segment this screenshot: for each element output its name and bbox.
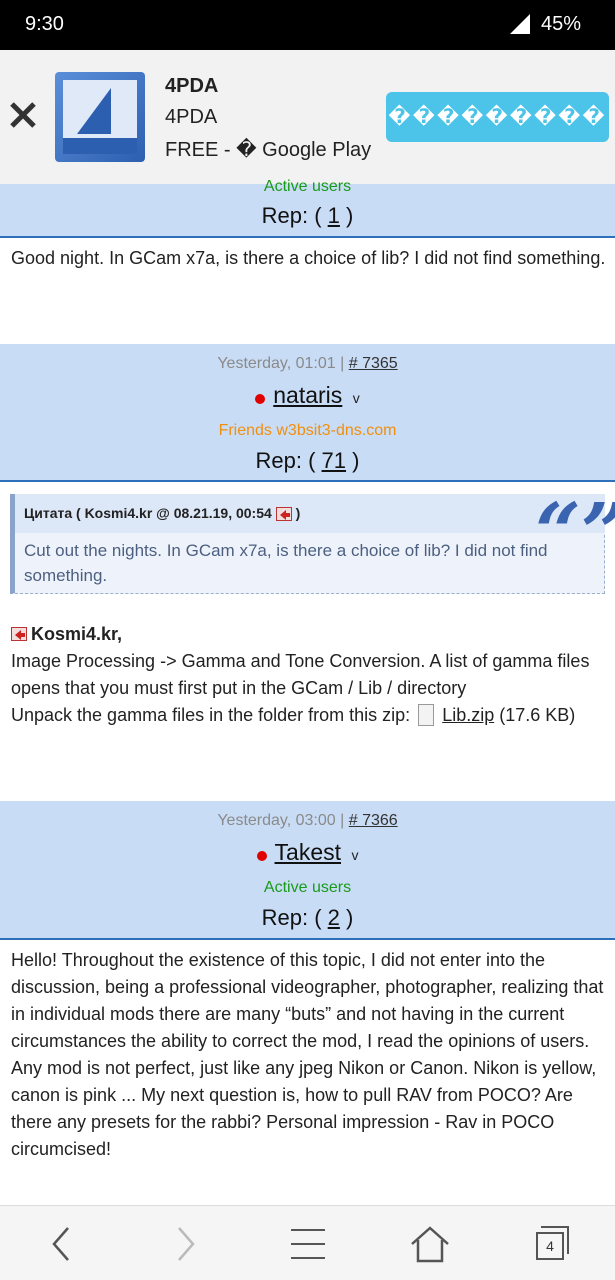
menu-icon[interactable] bbox=[288, 1224, 328, 1264]
author-link[interactable]: nataris bbox=[273, 382, 342, 408]
post-text: Kosmi4.kr, Image Processing -> Gamma and… bbox=[11, 621, 607, 729]
post-header: Active users Rep: ( 1 ) bbox=[0, 178, 615, 238]
rep-link[interactable]: 71 bbox=[322, 448, 346, 473]
ad-app-publisher: 4PDA bbox=[165, 106, 218, 128]
post-date: Yesterday, 03:00 | # 7366 bbox=[217, 812, 398, 829]
ad-app-price: FREE - � Google Play bbox=[165, 139, 372, 161]
user-group: Active users bbox=[263, 879, 352, 896]
rep-link[interactable]: 1 bbox=[328, 203, 340, 228]
rep-link[interactable]: 2 bbox=[328, 905, 340, 930]
ad-app-title: 4PDA bbox=[165, 75, 219, 97]
status-time: 9:30 bbox=[25, 13, 64, 35]
file-icon bbox=[418, 704, 435, 726]
post-number-link[interactable]: # 7365 bbox=[349, 355, 398, 372]
back-arrow-icon[interactable] bbox=[11, 627, 27, 641]
back-icon[interactable] bbox=[42, 1224, 82, 1264]
attachment-link[interactable]: Lib.zip bbox=[442, 705, 494, 725]
post-text: Good night. In GCam x7a, is there a choi… bbox=[11, 248, 606, 268]
browser-nav-bar: 4 bbox=[0, 1205, 615, 1280]
post-body: Image Processing -> Gamma and Tone Conve… bbox=[11, 651, 590, 698]
tabs-count: 4 bbox=[536, 1232, 564, 1260]
post-author: nataris v bbox=[0, 382, 615, 409]
reputation: Rep: ( 2 ) bbox=[261, 905, 354, 930]
user-group: Friends w3bsit3-dns.com bbox=[218, 422, 397, 439]
reply-to-user[interactable]: Kosmi4.kr, bbox=[31, 624, 122, 644]
home-icon[interactable] bbox=[410, 1224, 450, 1264]
reputation: Rep: ( 1 ) bbox=[261, 203, 354, 228]
quote-block: Цитата ( Kosmi4.kr @ 08.21.19, 00:54 ) “… bbox=[10, 492, 615, 594]
post-date: Yesterday, 01:01 | # 7365 bbox=[217, 355, 398, 372]
offline-status-dot bbox=[256, 850, 267, 861]
tabs-button[interactable]: 4 bbox=[533, 1224, 573, 1264]
close-icon[interactable] bbox=[8, 100, 38, 130]
reputation: Rep: ( 71 ) bbox=[255, 448, 360, 473]
quote-text: Cut out the nights. In GCam x7a, is ther… bbox=[24, 541, 548, 585]
forward-icon[interactable] bbox=[165, 1224, 205, 1264]
user-group: Active users bbox=[263, 178, 352, 195]
post-author: Takest v bbox=[0, 839, 615, 866]
signal-icon bbox=[510, 14, 530, 34]
install-button[interactable]: ��������� bbox=[386, 92, 609, 142]
status-bar: 9:30 45% bbox=[0, 0, 615, 50]
quote-header: Цитата ( Kosmi4.kr @ 08.21.19, 00:54 ) bbox=[15, 494, 605, 533]
attachment-line: Unpack the gamma files in the folder fro… bbox=[11, 704, 576, 726]
post-header: Yesterday, 01:01 | # 7365 nataris v Frie… bbox=[0, 344, 615, 482]
app-ad-banner: 4PDA 4PDA FREE - � Google Play ��������� bbox=[0, 50, 615, 184]
author-link[interactable]: Takest bbox=[275, 839, 341, 865]
back-arrow-icon[interactable] bbox=[275, 507, 292, 522]
post-text: Hello! Throughout the existence of this … bbox=[11, 950, 604, 1159]
author-menu[interactable]: v bbox=[353, 390, 360, 406]
post-number-link[interactable]: # 7366 bbox=[349, 812, 398, 829]
battery-level: 45% bbox=[541, 13, 582, 35]
offline-status-dot bbox=[255, 393, 266, 404]
author-menu[interactable]: v bbox=[351, 847, 358, 863]
post-header: Yesterday, 03:00 | # 7366 Takest v Activ… bbox=[0, 801, 615, 940]
app-logo[interactable] bbox=[55, 72, 145, 162]
